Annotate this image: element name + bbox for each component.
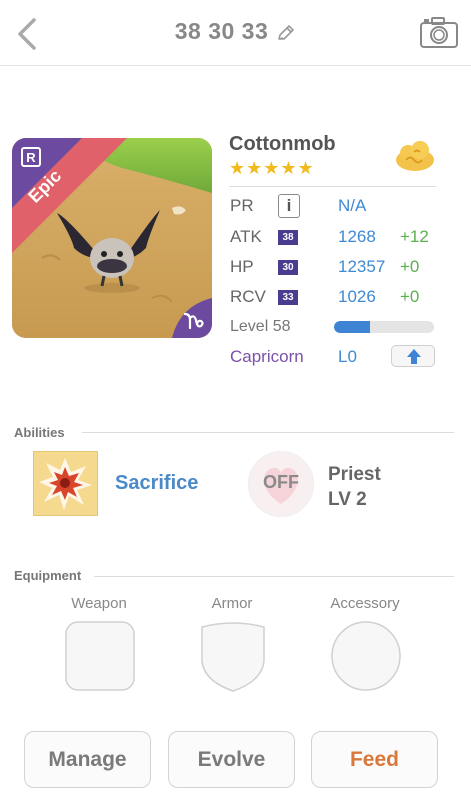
camera-icon[interactable] — [419, 15, 459, 49]
stat-label: HP — [230, 257, 254, 276]
ability-name[interactable]: Sacrifice — [115, 472, 198, 495]
stat-badge: 30 — [278, 260, 298, 275]
rarity-r-icon: R — [21, 147, 41, 167]
level-progress-bar — [334, 321, 434, 333]
weapon-label: Weapon — [71, 595, 127, 612]
top-bar: 38 30 33 — [0, 0, 471, 66]
armor-slot[interactable] — [198, 621, 268, 693]
level-progress-fill — [334, 321, 370, 333]
evolve-button[interactable]: Evolve — [168, 731, 295, 788]
stat-value: N/A — [338, 196, 367, 215]
stat-value: 1268 — [338, 227, 376, 246]
stat-badge: 33 — [278, 290, 298, 305]
stat-bonus: +12 — [400, 227, 429, 246]
armor-label: Armor — [211, 595, 253, 612]
stat-row-pr: PR i N/A — [230, 194, 430, 220]
secondary-ability-info: Priest LV 2 — [328, 462, 381, 512]
stat-label: PR — [230, 196, 254, 215]
star-rating: ★★★★★ — [229, 158, 315, 178]
monster-portrait[interactable]: Epic R — [12, 138, 212, 338]
stat-row-atk: ATK 38 1268 +12 — [230, 227, 440, 251]
abilities-divider — [82, 432, 454, 433]
feed-button[interactable]: Feed — [311, 731, 438, 788]
secondary-ability-name: Priest — [328, 464, 381, 485]
secondary-ability-level: LV 2 — [328, 489, 367, 510]
page-title: 38 30 33 — [0, 18, 471, 45]
manage-button[interactable]: Manage — [24, 731, 151, 788]
stat-label: ATK — [230, 227, 262, 246]
abilities-heading: Abilities — [14, 425, 65, 440]
accessory-label: Accessory — [330, 595, 400, 612]
sign-level: L0 — [338, 347, 357, 366]
weapon-slot[interactable] — [65, 621, 135, 691]
stat-value: 12357 — [338, 257, 386, 276]
equipment-heading: Equipment — [14, 568, 82, 583]
zodiac-sign[interactable]: Capricorn — [230, 347, 304, 367]
arrow-up-icon — [407, 349, 421, 364]
accessory-slot[interactable] — [331, 621, 401, 691]
stat-label: RCV — [230, 287, 266, 306]
monster-name: Cottonmob — [229, 133, 336, 155]
stat-badge: 38 — [278, 230, 298, 245]
cloud-icon — [396, 141, 434, 171]
explosion-icon — [39, 458, 92, 510]
stat-bonus: +0 — [400, 287, 420, 306]
sacrifice-ability-icon[interactable] — [33, 451, 98, 516]
level-label: Level 58 — [230, 318, 291, 335]
upgrade-sign-button[interactable] — [391, 345, 435, 367]
capricorn-icon — [183, 312, 204, 330]
stat-row-hp: HP 30 12357 +0 — [230, 257, 440, 281]
stat-row-rcv: RCV 33 1026 +0 — [230, 287, 440, 311]
monster-image — [12, 138, 212, 338]
info-icon[interactable]: i — [278, 194, 300, 218]
divider — [229, 186, 436, 187]
title-text: 38 30 33 — [174, 18, 269, 44]
equipment-divider — [94, 576, 454, 577]
pencil-icon[interactable] — [276, 23, 296, 43]
stat-value: 1026 — [338, 287, 376, 306]
stat-bonus: +0 — [400, 257, 420, 276]
svg-text:R: R — [26, 150, 36, 165]
secondary-ability-state: OFF — [263, 472, 299, 492]
